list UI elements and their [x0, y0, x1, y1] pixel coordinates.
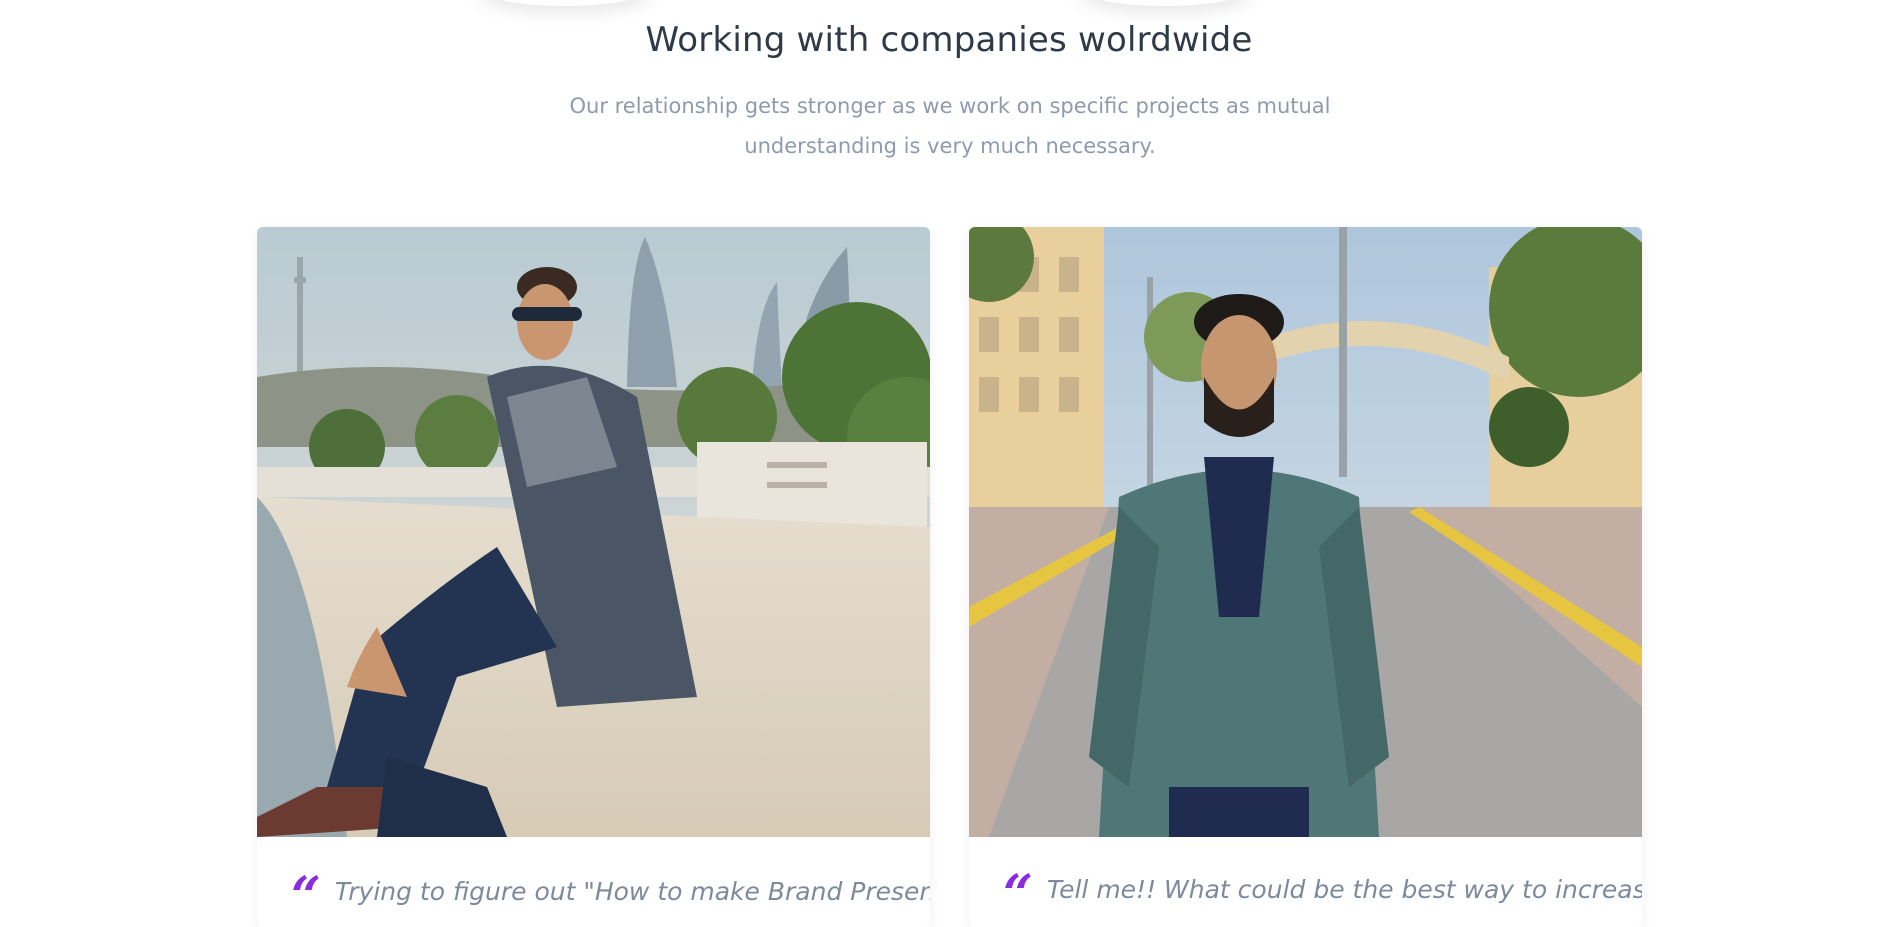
- testimonial-card-1[interactable]: “ Trying to figure out "How to make Bran…: [257, 227, 930, 927]
- subtitle-line-1: Our relationship gets stronger as we wor…: [569, 94, 1331, 118]
- testimonial-photo-2: [969, 227, 1642, 837]
- header-shadow-left: [480, 0, 650, 6]
- header-shadow-right: [1080, 0, 1250, 6]
- testimonial-text-2: Tell me!! What could be the best way to …: [1046, 875, 1642, 904]
- section-title: Working with companies wolrdwide: [645, 20, 1253, 60]
- subtitle-line-2: understanding is very much necessary.: [744, 134, 1156, 158]
- street-portrait-image: [969, 227, 1642, 837]
- quote-mark-icon: “: [291, 866, 321, 927]
- testimonial-photo-1: [257, 227, 930, 837]
- quote-mark-icon: “: [1003, 864, 1033, 925]
- section-subtitle: Our relationship gets stronger as we wor…: [560, 86, 1340, 166]
- testimonial-quote-2: “ Tell me!! What could be the best way t…: [1003, 864, 1642, 925]
- testimonial-card-2[interactable]: “ Tell me!! What could be the best way t…: [969, 227, 1642, 927]
- seaside-portrait-image: [257, 227, 930, 837]
- testimonial-text-1: Trying to figure out "How to make Brand …: [334, 877, 930, 906]
